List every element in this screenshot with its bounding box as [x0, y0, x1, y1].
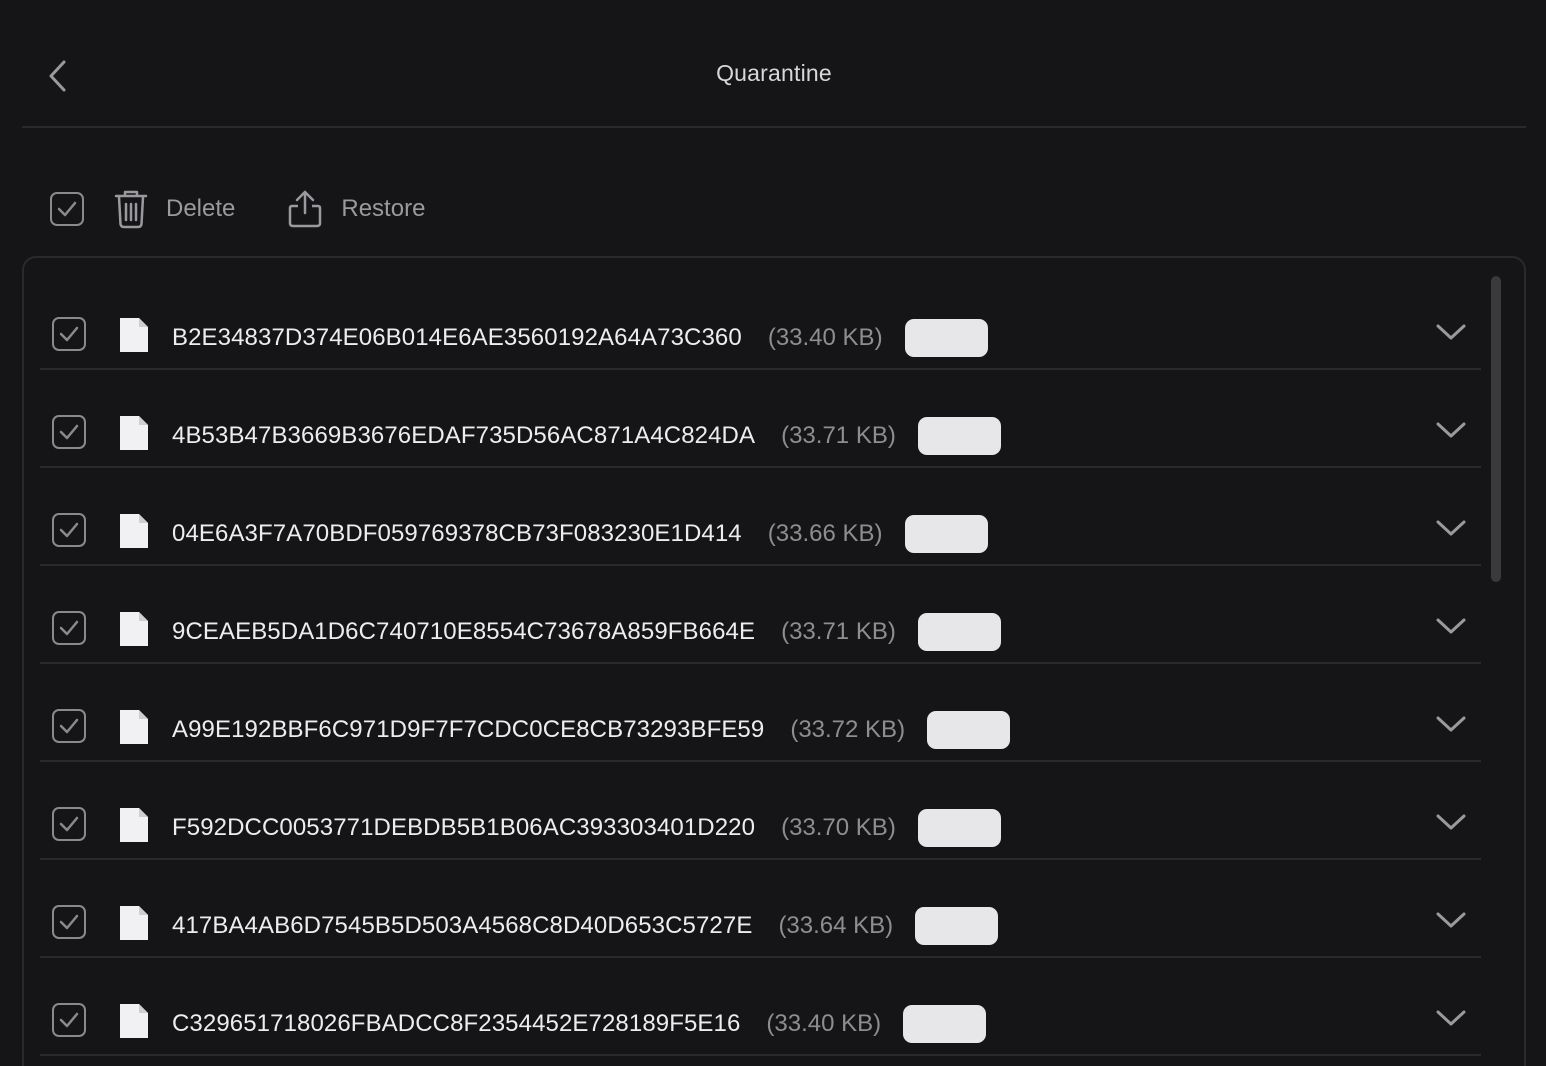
file-row[interactable]: 04E6A3F7A70BDF059769378CB73F083230E1D414… [40, 468, 1481, 566]
delete-label: Delete [166, 195, 236, 222]
trash-icon [114, 190, 148, 229]
threat-badge [917, 613, 1001, 651]
expand-button[interactable] [1434, 418, 1468, 442]
header-bar: Quarantine [22, 0, 1526, 128]
file-size: (33.70 KB) [781, 814, 896, 841]
expand-button[interactable] [1434, 1006, 1468, 1030]
row-checkbox[interactable] [52, 807, 86, 841]
checkmark-icon [57, 201, 77, 217]
chevron-down-icon [1436, 912, 1466, 928]
row-checkbox[interactable] [52, 415, 86, 449]
file-icon [120, 416, 148, 455]
file-icon [120, 318, 148, 357]
file-icon [120, 808, 148, 847]
select-all-checkbox[interactable] [50, 192, 84, 226]
file-info: A99E192BBF6C971D9F7F7CDC0CE8CB73293BFE59… [172, 711, 1011, 749]
quarantine-window: Quarantine Delete Restore B2E34837D374E0… [0, 0, 1546, 1066]
row-checkbox[interactable] [52, 611, 86, 645]
checkmark-icon [59, 326, 79, 342]
checkmark-icon [59, 914, 79, 930]
file-row[interactable]: B2E34837D374E06B014E6AE3560192A64A73C360… [40, 272, 1481, 370]
file-info: 417BA4AB6D7545B5D503A4568C8D40D653C5727E… [172, 907, 999, 945]
file-icon [120, 906, 148, 945]
restore-button[interactable]: Restore [287, 189, 425, 229]
chevron-down-icon [1436, 422, 1466, 438]
file-icon [120, 612, 148, 651]
file-size: (33.40 KB) [766, 1010, 882, 1037]
row-checkbox[interactable] [52, 1003, 86, 1037]
action-toolbar: Delete Restore [50, 188, 425, 230]
file-name: F592DCC0053771DEBDB5B1B06AC393303401D220 [172, 814, 756, 841]
file-info: 04E6A3F7A70BDF059769378CB73F083230E1D414… [172, 515, 988, 553]
file-size: (33.71 KB) [781, 618, 896, 645]
threat-badge [917, 809, 1001, 847]
threat-badge [904, 319, 988, 357]
page-title: Quarantine [716, 60, 832, 86]
threat-badge [917, 417, 1001, 455]
row-checkbox[interactable] [52, 513, 86, 547]
expand-button[interactable] [1434, 320, 1468, 344]
file-name: 4B53B47B3669B3676EDAF735D56AC871A4C824DA [172, 422, 756, 449]
file-row[interactable]: F592DCC0053771DEBDB5B1B06AC393303401D220… [40, 762, 1481, 860]
checkmark-icon [59, 424, 79, 440]
checkmark-icon [59, 522, 79, 538]
chevron-down-icon [1436, 618, 1466, 634]
file-row[interactable]: 4B53B47B3669B3676EDAF735D56AC871A4C824DA… [40, 370, 1481, 468]
chevron-down-icon [1436, 1010, 1466, 1026]
file-icon [120, 1004, 148, 1043]
file-size: (33.66 KB) [767, 520, 883, 547]
file-size: (33.72 KB) [790, 716, 906, 743]
threat-badge [915, 907, 999, 945]
checkmark-icon [59, 620, 79, 636]
restore-label: Restore [341, 195, 426, 222]
file-name: 04E6A3F7A70BDF059769378CB73F083230E1D414 [172, 520, 742, 547]
row-checkbox[interactable] [52, 905, 86, 939]
file-icon [120, 514, 148, 553]
file-info: F592DCC0053771DEBDB5B1B06AC393303401D220… [172, 809, 1001, 847]
expand-button[interactable] [1434, 614, 1468, 638]
scrollbar-thumb[interactable] [1491, 276, 1501, 582]
expand-button[interactable] [1434, 810, 1468, 834]
checkmark-icon [59, 718, 79, 734]
threat-badge [927, 711, 1011, 749]
expand-button[interactable] [1434, 712, 1468, 736]
file-row[interactable]: A99E192BBF6C971D9F7F7CDC0CE8CB73293BFE59… [40, 664, 1481, 762]
chevron-down-icon [1436, 324, 1466, 340]
file-info: 9CEAEB5DA1D6C740710E8554C73678A859FB664E… [172, 613, 1001, 651]
checkmark-icon [59, 1012, 79, 1028]
expand-button[interactable] [1434, 908, 1468, 932]
expand-button[interactable] [1434, 516, 1468, 540]
file-row[interactable]: 9CEAEB5DA1D6C740710E8554C73678A859FB664E… [40, 566, 1481, 664]
file-name: 9CEAEB5DA1D6C740710E8554C73678A859FB664E [172, 618, 756, 645]
threat-badge [904, 515, 988, 553]
file-size: (33.71 KB) [781, 422, 896, 449]
file-name: A99E192BBF6C971D9F7F7CDC0CE8CB73293BFE59 [172, 716, 765, 743]
file-row[interactable]: C329651718026FBADCC8F2354452E728189F5E16… [40, 958, 1481, 1056]
file-name: C329651718026FBADCC8F2354452E728189F5E16 [172, 1010, 741, 1037]
file-icon [120, 710, 148, 749]
share-upload-icon [289, 190, 322, 228]
quarantine-file-list: B2E34837D374E06B014E6AE3560192A64A73C360… [22, 256, 1526, 1066]
chevron-down-icon [1436, 814, 1466, 830]
file-info: C329651718026FBADCC8F2354452E728189F5E16… [172, 1005, 987, 1043]
checkmark-icon [59, 816, 79, 832]
delete-button[interactable]: Delete [114, 189, 235, 229]
file-name: 417BA4AB6D7545B5D503A4568C8D40D653C5727E [172, 912, 753, 939]
chevron-down-icon [1436, 716, 1466, 732]
file-size: (33.40 KB) [767, 324, 883, 351]
threat-badge [903, 1005, 987, 1043]
file-size: (33.64 KB) [778, 912, 894, 939]
chevron-down-icon [1436, 520, 1466, 536]
file-info: 4B53B47B3669B3676EDAF735D56AC871A4C824DA… [172, 417, 1001, 455]
file-info: B2E34837D374E06B014E6AE3560192A64A73C360… [172, 319, 988, 357]
file-name: B2E34837D374E06B014E6AE3560192A64A73C360 [172, 324, 742, 351]
file-row[interactable]: 417BA4AB6D7545B5D503A4568C8D40D653C5727E… [40, 860, 1481, 958]
row-checkbox[interactable] [52, 709, 86, 743]
row-checkbox[interactable] [52, 317, 86, 351]
